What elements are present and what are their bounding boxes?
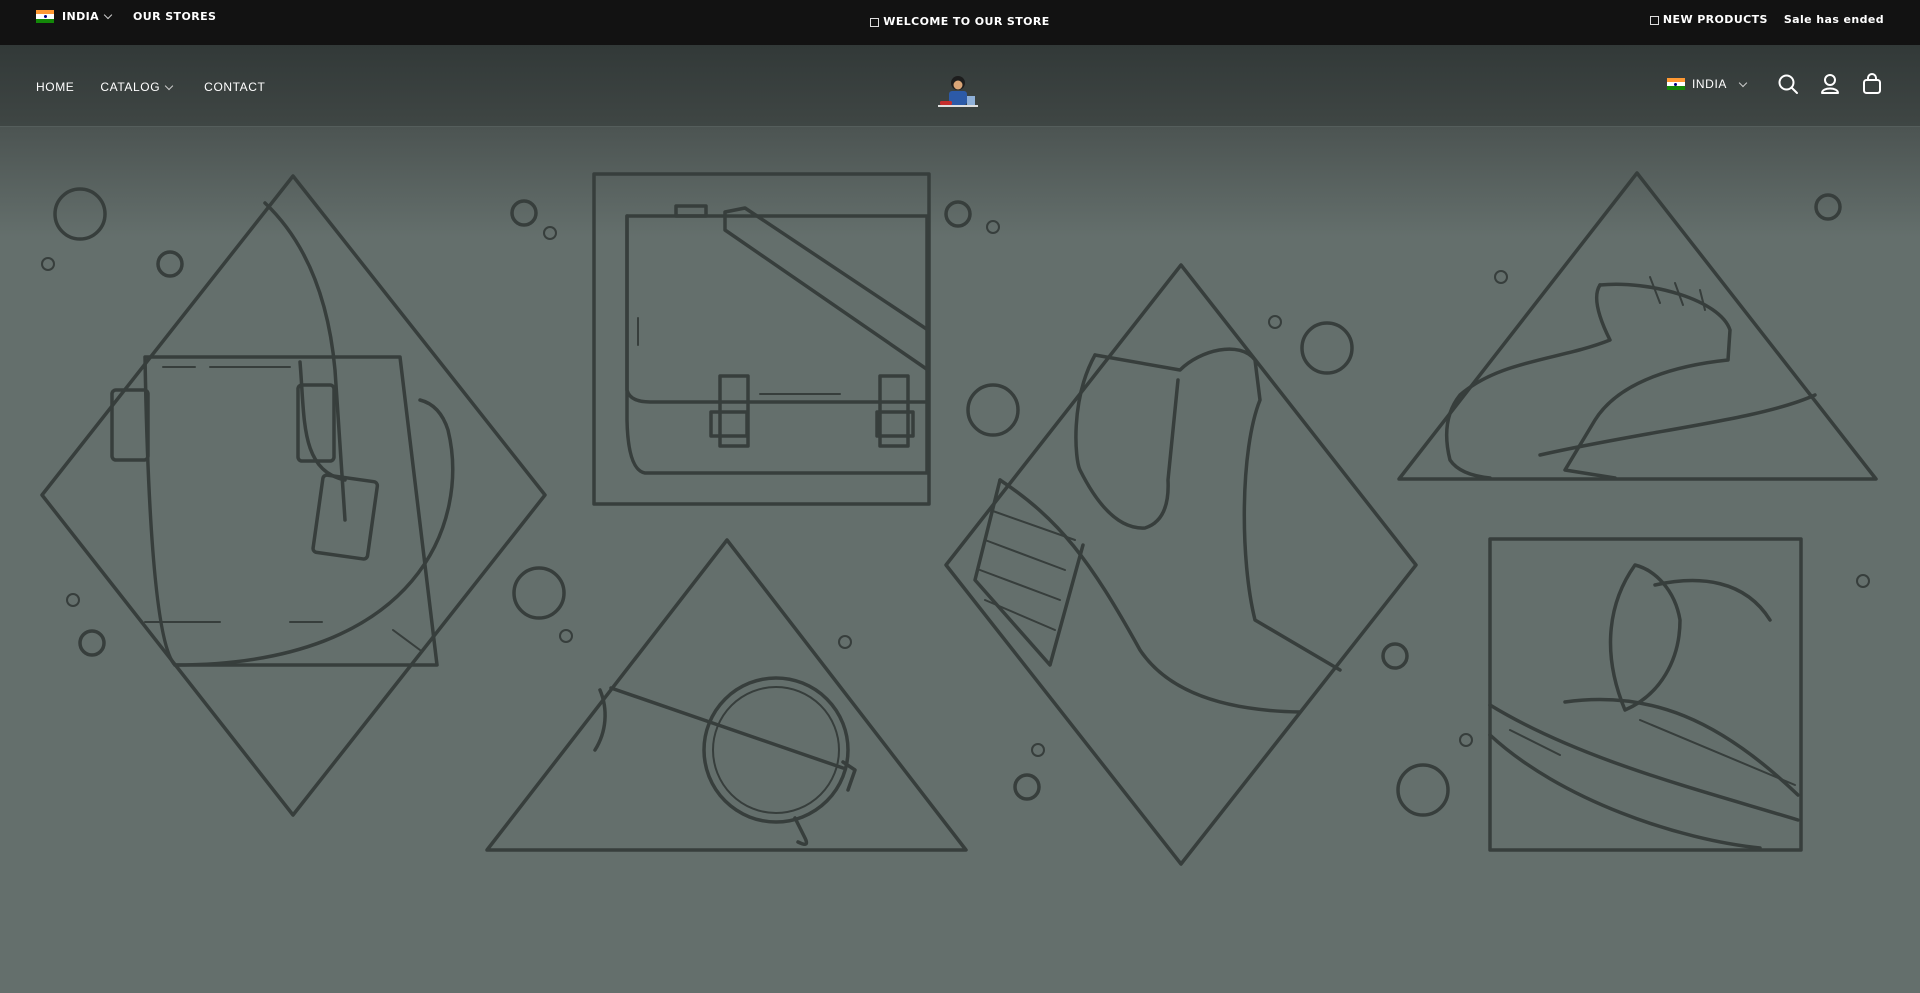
- messenger-bag-square-art: [592, 172, 931, 506]
- header-country-selector[interactable]: INDIA: [1666, 77, 1752, 91]
- feather-shoe-square-art: [1488, 537, 1803, 852]
- new-products-label: NEW PRODUCTS: [1662, 13, 1768, 26]
- store-logo[interactable]: [936, 73, 982, 111]
- welcome-message: WELCOME TO OUR STORE: [0, 15, 1920, 28]
- nav-catalog-label: CATALOG: [100, 80, 161, 94]
- store-icon: [870, 17, 880, 27]
- new-products-link[interactable]: NEW PRODUCTS: [1649, 13, 1768, 26]
- cart-button[interactable]: [1860, 72, 1884, 96]
- chevron-down-icon: [1738, 78, 1748, 87]
- main-nav: HOME CATALOG CONTACT: [36, 80, 265, 94]
- welcome-text: WELCOME TO OUR STORE: [883, 15, 1050, 28]
- tag-icon: [1649, 15, 1659, 25]
- shoe-triangle-art: [1397, 171, 1878, 481]
- search-icon: [1778, 74, 1798, 94]
- search-button[interactable]: [1776, 72, 1800, 96]
- boot-diamond-art: [944, 263, 1418, 866]
- site-header: HOME CATALOG CONTACT INDIA: [0, 45, 1920, 127]
- header-actions: INDIA: [1666, 72, 1884, 96]
- hero-illustration: [40, 171, 1878, 866]
- glasses-triangle-art: [485, 538, 968, 852]
- handbag-diamond-art: [40, 174, 547, 817]
- nav-contact[interactable]: CONTACT: [204, 80, 265, 94]
- header-country-label: INDIA: [1691, 77, 1727, 91]
- india-flag-icon: [1666, 77, 1685, 91]
- announcement-bar: INDIA OUR STORES WELCOME TO OUR STORE NE…: [0, 0, 1920, 45]
- chevron-down-icon: [164, 81, 174, 90]
- nav-catalog[interactable]: CATALOG: [100, 80, 178, 94]
- account-icon: [1821, 74, 1839, 94]
- cart-icon: [1863, 73, 1881, 94]
- announcement-right: NEW PRODUCTS Sale has ended: [1649, 13, 1884, 26]
- account-button[interactable]: [1818, 72, 1842, 96]
- sale-status: Sale has ended: [1783, 13, 1884, 26]
- nav-home[interactable]: HOME: [36, 80, 74, 94]
- hero-banner: [0, 127, 1920, 993]
